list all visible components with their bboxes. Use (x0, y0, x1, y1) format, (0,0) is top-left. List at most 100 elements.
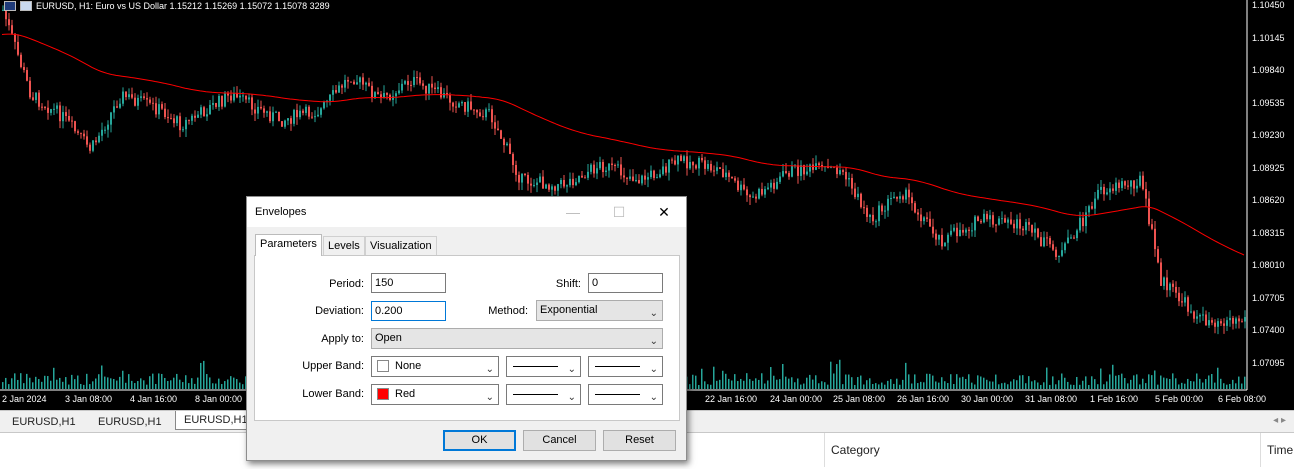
candle-body (698, 157, 700, 169)
tab-scroll-arrows-icon[interactable]: ◂ ▸ (1273, 415, 1286, 426)
time-axis-label: 22 Jan 16:00 (705, 394, 758, 404)
close-icon[interactable]: ✕ (644, 199, 684, 225)
candle-body (776, 181, 778, 189)
candle-body (1103, 186, 1105, 195)
candle-body (782, 171, 784, 177)
dialog-title-bar[interactable]: Envelopes — ☐ ✕ (247, 197, 686, 227)
candle-body (1238, 318, 1240, 322)
tab-levels[interactable]: Levels (323, 236, 365, 256)
candle-body (470, 101, 472, 110)
candle-body (785, 171, 787, 174)
volume-bar (1052, 376, 1054, 389)
volume-bar (698, 384, 700, 389)
deviation-field[interactable]: 0.200 (371, 301, 446, 321)
chart-grid-icon[interactable] (4, 1, 16, 11)
volume-bar (161, 373, 163, 389)
candle-body (1190, 311, 1192, 313)
lower-band-width-select[interactable]: ⌄ (588, 384, 663, 405)
candle-body (1199, 314, 1201, 317)
shift-field[interactable]: 0 (588, 273, 663, 293)
tab-parameters[interactable]: Parameters (255, 234, 322, 256)
price-axis-label: 1.08315 (1252, 227, 1285, 238)
candle-body (149, 99, 151, 103)
candle-body (179, 116, 181, 131)
candle-body (89, 144, 91, 151)
period-field[interactable]: 150 (371, 273, 446, 293)
reset-button[interactable]: Reset (603, 430, 676, 451)
volume-bar (857, 377, 859, 389)
volume-bar (1097, 384, 1099, 389)
upper-band-color-select[interactable]: None ⌄ (371, 356, 499, 377)
volume-bar (1094, 379, 1096, 389)
candle-body (1043, 237, 1045, 247)
upper-band-width-select[interactable]: ⌄ (588, 356, 663, 377)
volume-bar (1169, 378, 1171, 389)
chart-tab-3-active[interactable]: EURUSD,H1 (175, 411, 257, 430)
candle-body (1055, 249, 1057, 257)
volume-bar (89, 384, 91, 389)
minimize-icon[interactable]: — (553, 199, 593, 225)
volume-bar (701, 368, 703, 389)
candle-body (1106, 192, 1108, 195)
volume-bar (5, 377, 7, 389)
volume-bar (860, 375, 862, 389)
candle-body (575, 182, 577, 186)
candle-body (848, 178, 850, 180)
volume-bar (1076, 376, 1078, 389)
trade-panel-icon[interactable] (20, 1, 32, 11)
candle-body (1145, 189, 1147, 199)
candle-body (413, 77, 415, 85)
volume-bar (14, 373, 16, 389)
chart-tab-1[interactable]: EURUSD,H1 (4, 413, 84, 431)
volume-bar (872, 384, 874, 389)
lower-band-color-select[interactable]: Red ⌄ (371, 384, 499, 405)
volume-bar (155, 383, 157, 389)
candle-body (623, 175, 625, 178)
candle-body (584, 177, 586, 179)
candle-body (431, 83, 433, 88)
volume-bar (236, 379, 238, 389)
candle-body (740, 184, 742, 191)
column-header-category[interactable]: Category (824, 433, 1161, 467)
volume-bar (824, 382, 826, 389)
volume-bar (1223, 383, 1225, 389)
upper-band-style-select[interactable]: ⌄ (506, 356, 581, 377)
volume-bar (1181, 382, 1183, 389)
candle-body (1001, 218, 1003, 220)
candle-body (872, 214, 874, 222)
apply-to-select[interactable]: Open ⌄ (371, 328, 663, 349)
candle-body (449, 94, 451, 103)
candle-body (83, 133, 85, 137)
volume-bar (143, 380, 145, 389)
candle-body (1226, 320, 1228, 326)
ok-button[interactable]: OK (443, 430, 516, 451)
candle-body (677, 155, 679, 165)
candle-body (1214, 322, 1216, 327)
candle-body (791, 165, 793, 177)
volume-bar (164, 377, 166, 389)
candle-body (968, 229, 970, 231)
volume-bar (242, 384, 244, 389)
candle-body (590, 164, 592, 172)
candle-body (221, 95, 223, 107)
candle-body (428, 83, 430, 94)
candle-body (899, 196, 901, 199)
volume-bar (845, 374, 847, 389)
cancel-button[interactable]: Cancel (523, 430, 596, 451)
tab-visualization[interactable]: Visualization (365, 236, 437, 256)
candle-body (680, 155, 682, 161)
volume-bar (1088, 384, 1090, 389)
volume-bar (812, 379, 814, 389)
method-select[interactable]: Exponential ⌄ (536, 300, 663, 321)
candle-body (1046, 237, 1048, 239)
time-axis-label: 30 Jan 00:00 (961, 394, 1014, 404)
candle-body (218, 95, 220, 107)
price-axis-label: 1.09230 (1252, 130, 1285, 140)
column-header-time[interactable]: Time (1260, 433, 1294, 467)
lower-band-style-select[interactable]: ⌄ (506, 384, 581, 405)
candle-body (1079, 217, 1081, 231)
candle-body (1061, 250, 1063, 256)
chart-tab-2[interactable]: EURUSD,H1 (90, 413, 170, 431)
volume-bar (113, 378, 115, 389)
volume-bar (1118, 375, 1120, 389)
